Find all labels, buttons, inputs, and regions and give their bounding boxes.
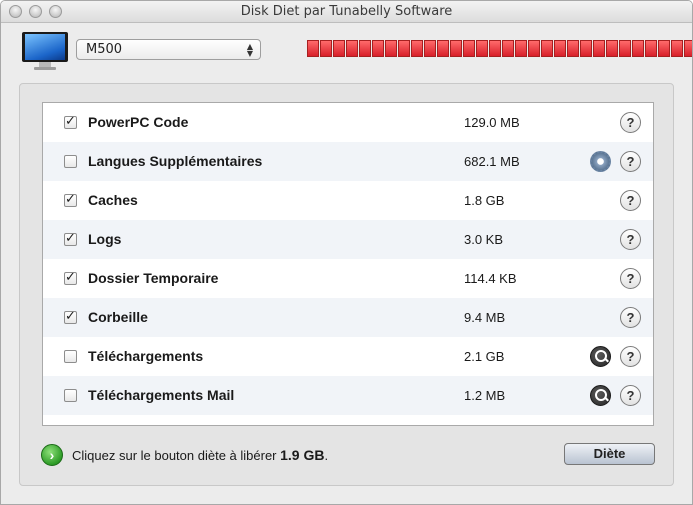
window-title: Disk Diet par Tunabelly Software bbox=[240, 4, 453, 19]
item-label: Langues Supplémentaires bbox=[88, 153, 263, 169]
item-checkbox[interactable] bbox=[64, 192, 77, 207]
cleanup-item-list: PowerPC Code129.0 MB?Langues Supplémenta… bbox=[42, 102, 654, 426]
usage-bar-segment bbox=[385, 40, 397, 57]
usage-bar-segment bbox=[658, 40, 670, 57]
usage-bar-segment bbox=[398, 40, 410, 57]
item-size: 9.4 MB bbox=[464, 310, 506, 325]
footer-message-text: Cliquez sur le bouton diète à libérer bbox=[72, 448, 281, 463]
title-bar: Disk Diet par Tunabelly Software bbox=[1, 1, 692, 23]
item-size: 1.2 MB bbox=[464, 388, 506, 403]
item-size: 114.4 KB bbox=[464, 271, 517, 286]
item-checkbox[interactable] bbox=[64, 350, 77, 363]
usage-bar-segment bbox=[502, 40, 514, 57]
usage-bar-segment bbox=[593, 40, 605, 57]
usage-bar-segment bbox=[463, 40, 475, 57]
list-item: Caches 1.8 GB? bbox=[43, 181, 653, 220]
usage-bar-segment bbox=[320, 40, 332, 57]
disk-select-value: M500 bbox=[86, 42, 123, 57]
item-checkbox[interactable] bbox=[64, 231, 77, 246]
usage-bar-segment bbox=[632, 40, 644, 57]
help-button[interactable]: ? bbox=[620, 385, 641, 406]
list-item: PowerPC Code 129.0 MB? bbox=[43, 103, 653, 142]
list-item: Téléchargements Mail 1.2 MB? bbox=[43, 376, 653, 415]
help-button[interactable]: ? bbox=[620, 190, 641, 211]
list-item: Corbeille 9.4 MB? bbox=[43, 298, 653, 337]
usage-bar-segment bbox=[450, 40, 462, 57]
item-checkbox[interactable] bbox=[64, 270, 77, 285]
item-size: 3.0 KB bbox=[464, 232, 504, 247]
usage-bar-segment bbox=[671, 40, 683, 57]
usage-bar-segment bbox=[541, 40, 553, 57]
usage-bar-segment bbox=[606, 40, 618, 57]
item-checkbox[interactable] bbox=[64, 309, 77, 324]
usage-bar-segment bbox=[515, 40, 527, 57]
usage-bar-segment bbox=[333, 40, 345, 57]
footer-amount: 1.9 GB bbox=[280, 447, 325, 463]
usage-bar-segment bbox=[567, 40, 579, 57]
item-label: PowerPC Code bbox=[88, 114, 189, 130]
magnifier-icon[interactable] bbox=[590, 346, 611, 367]
item-checkbox[interactable] bbox=[64, 389, 77, 402]
list-item: Dossier Temporaire 114.4 KB? bbox=[43, 259, 653, 298]
item-size: 682.1 MB bbox=[464, 154, 520, 169]
usage-bar-segment bbox=[580, 40, 592, 57]
item-size: 129.0 MB bbox=[464, 115, 520, 130]
help-button[interactable]: ? bbox=[620, 229, 641, 250]
footer-suffix: . bbox=[324, 448, 329, 463]
usage-bar-segment bbox=[554, 40, 566, 57]
list-item: Langues Supplémentaires 682.1 MB? bbox=[43, 142, 653, 181]
usage-bar-segment bbox=[684, 40, 692, 57]
usage-bar-segment bbox=[476, 40, 488, 57]
usage-bar-segment bbox=[489, 40, 501, 57]
item-label: Caches bbox=[88, 192, 138, 208]
usage-bar-segment bbox=[424, 40, 436, 57]
usage-bar-segment bbox=[411, 40, 423, 57]
usage-bar-segment bbox=[645, 40, 657, 57]
help-button[interactable]: ? bbox=[620, 268, 641, 289]
go-arrow-icon: › bbox=[41, 444, 63, 466]
app-window: Disk Diet par Tunabelly Software M500 ▲ ▼… bbox=[0, 0, 693, 505]
magnifier-icon[interactable] bbox=[590, 385, 611, 406]
help-button[interactable]: ? bbox=[620, 307, 641, 328]
usage-bar-segment bbox=[619, 40, 631, 57]
usage-bar-segment bbox=[346, 40, 358, 57]
list-item: Téléchargements 2.1 GB? bbox=[43, 337, 653, 376]
usage-bar-segment bbox=[528, 40, 540, 57]
gear-icon[interactable] bbox=[590, 151, 611, 172]
item-size: 1.8 GB bbox=[464, 193, 505, 208]
item-label: Téléchargements Mail bbox=[88, 387, 235, 403]
item-label: Corbeille bbox=[88, 309, 148, 325]
diet-button[interactable]: Diète bbox=[564, 443, 655, 465]
usage-bar-segment bbox=[437, 40, 449, 57]
list-item: Logs 3.0 KB? bbox=[43, 220, 653, 259]
help-button[interactable]: ? bbox=[620, 151, 641, 172]
usage-bar-segment bbox=[307, 40, 319, 57]
item-checkbox[interactable] bbox=[64, 114, 77, 129]
updown-arrows-icon: ▲ ▼ bbox=[246, 42, 253, 58]
footer-message: Cliquez sur le bouton diète à libérer 1.… bbox=[72, 447, 328, 463]
disk-select[interactable]: M500 ▲ ▼ bbox=[76, 39, 261, 60]
help-button[interactable]: ? bbox=[620, 112, 641, 133]
item-size: 2.1 GB bbox=[464, 349, 505, 364]
item-checkbox[interactable] bbox=[64, 155, 77, 168]
monitor-icon bbox=[22, 32, 68, 70]
usage-bar-segment bbox=[359, 40, 371, 57]
item-label: Dossier Temporaire bbox=[88, 270, 219, 286]
item-label: Logs bbox=[88, 231, 122, 247]
item-label: Téléchargements bbox=[88, 348, 204, 364]
disk-usage-bar bbox=[307, 40, 692, 57]
content-panel: PowerPC Code129.0 MB?Langues Supplémenta… bbox=[19, 83, 674, 486]
help-button[interactable]: ? bbox=[620, 346, 641, 367]
usage-bar-segment bbox=[372, 40, 384, 57]
